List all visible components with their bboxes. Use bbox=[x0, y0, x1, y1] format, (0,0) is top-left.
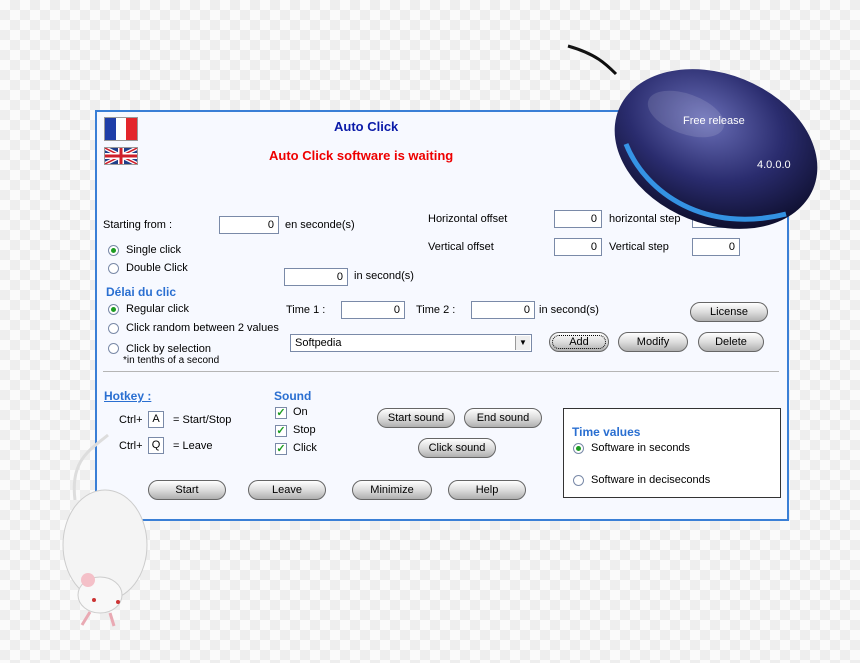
delete-button[interactable]: Delete bbox=[698, 332, 764, 352]
starting-from-label: Starting from : bbox=[103, 219, 173, 231]
add-button[interactable]: Add bbox=[549, 332, 609, 352]
time1-label: Time 1 : bbox=[286, 304, 326, 316]
seconds-label[interactable]: Software in seconds bbox=[591, 442, 690, 454]
vertical-step-label: Vertical step bbox=[609, 241, 669, 253]
vertical-step-input[interactable]: 0 bbox=[692, 238, 740, 256]
end-sound-button[interactable]: End sound bbox=[464, 408, 542, 428]
sound-stop-label[interactable]: Stop bbox=[293, 424, 316, 436]
regular-click-label[interactable]: Regular click bbox=[126, 303, 189, 315]
delay-heading: Délai du clic bbox=[106, 285, 177, 299]
sound-on-label[interactable]: On bbox=[293, 406, 308, 418]
vertical-offset-label: Vertical offset bbox=[428, 241, 494, 253]
time-unit: in second(s) bbox=[539, 304, 599, 316]
minimize-button[interactable]: Minimize bbox=[352, 480, 432, 500]
selection-dropdown[interactable]: Softpedia ▼ bbox=[290, 334, 532, 352]
hotkey-heading: Hotkey : bbox=[104, 389, 152, 403]
modify-button[interactable]: Modify bbox=[618, 332, 688, 352]
free-release-label: Free release bbox=[683, 115, 745, 127]
status-message: Auto Click software is waiting bbox=[269, 148, 454, 163]
divider bbox=[103, 371, 779, 372]
double-click-interval-input[interactable]: 0 bbox=[284, 268, 348, 286]
window-title: Auto Click bbox=[334, 119, 399, 134]
selection-value: Softpedia bbox=[295, 337, 342, 349]
start-sound-button[interactable]: Start sound bbox=[377, 408, 455, 428]
start-stop-key-input[interactable]: A bbox=[148, 411, 164, 428]
tenths-note: *in tenths of a second bbox=[123, 355, 220, 366]
starting-from-unit: en seconde(s) bbox=[285, 219, 355, 231]
chevron-down-icon[interactable]: ▼ bbox=[515, 336, 530, 350]
sound-heading: Sound bbox=[274, 389, 312, 403]
double-click-interval-unit: in second(s) bbox=[354, 270, 414, 282]
version-label: 4.0.0.0 bbox=[757, 159, 791, 171]
french-flag-icon[interactable] bbox=[104, 117, 138, 141]
leave-button[interactable]: Leave bbox=[248, 480, 326, 500]
time2-label: Time 2 : bbox=[416, 304, 456, 316]
random-click-radio[interactable] bbox=[108, 323, 119, 334]
hotkey-action-2: = Leave bbox=[173, 440, 213, 452]
vertical-offset-input[interactable]: 0 bbox=[554, 238, 602, 256]
uk-flag-icon[interactable] bbox=[104, 147, 138, 165]
license-button[interactable]: License bbox=[690, 302, 768, 322]
sound-click-label[interactable]: Click bbox=[293, 442, 317, 454]
random-click-label[interactable]: Click random between 2 values bbox=[126, 322, 279, 334]
white-rat-image bbox=[30, 430, 160, 630]
time-values-heading: Time values bbox=[572, 425, 641, 439]
regular-click-radio[interactable] bbox=[108, 304, 119, 315]
help-button[interactable]: Help bbox=[448, 480, 526, 500]
deciseconds-radio[interactable] bbox=[573, 475, 584, 486]
selection-click-radio[interactable] bbox=[108, 343, 119, 354]
deciseconds-label[interactable]: Software in deciseconds bbox=[591, 474, 710, 486]
single-click-label[interactable]: Single click bbox=[126, 244, 181, 256]
click-sound-button[interactable]: Click sound bbox=[418, 438, 496, 458]
horizontal-offset-label: Horizontal offset bbox=[428, 213, 508, 225]
hotkey-mod-1: Ctrl+ bbox=[119, 414, 143, 426]
sound-stop-checkbox[interactable]: ✓ bbox=[275, 425, 287, 437]
seconds-radio[interactable] bbox=[573, 443, 584, 454]
computer-mouse-image: Free release 4.0.0.0 bbox=[566, 44, 826, 234]
selection-click-label[interactable]: Click by selection bbox=[126, 343, 211, 355]
sound-click-checkbox[interactable]: ✓ bbox=[275, 443, 287, 455]
single-click-radio[interactable] bbox=[108, 245, 119, 256]
starting-from-input[interactable]: 0 bbox=[219, 216, 279, 234]
time1-input[interactable]: 0 bbox=[341, 301, 405, 319]
time-values-group: Time values Software in seconds Software… bbox=[563, 408, 781, 498]
double-click-label[interactable]: Double Click bbox=[126, 262, 188, 274]
time2-input[interactable]: 0 bbox=[471, 301, 535, 319]
sound-on-checkbox[interactable]: ✓ bbox=[275, 407, 287, 419]
hotkey-action-1: = Start/Stop bbox=[173, 414, 232, 426]
double-click-radio[interactable] bbox=[108, 263, 119, 274]
